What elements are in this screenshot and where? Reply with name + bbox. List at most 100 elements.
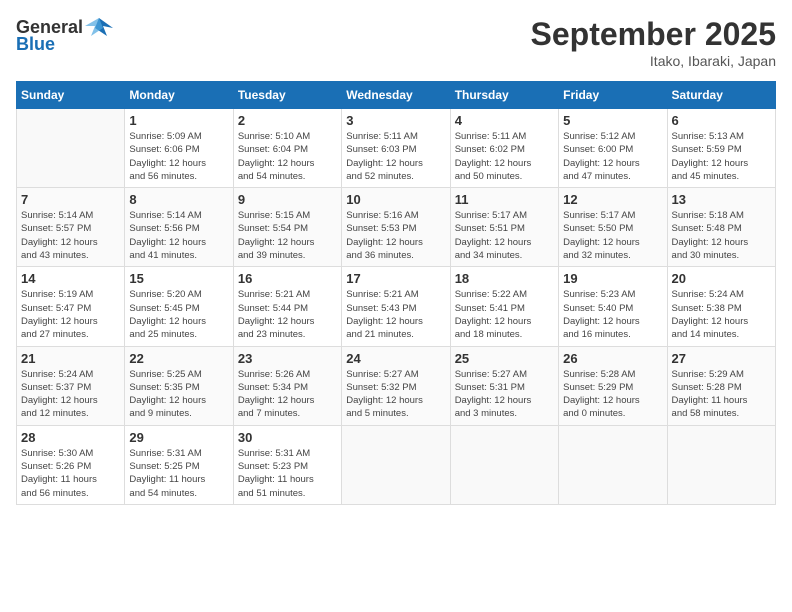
calendar-week-row: 7Sunrise: 5:14 AMSunset: 5:57 PMDaylight…	[17, 188, 776, 267]
day-number: 30	[238, 430, 337, 445]
column-header-thursday: Thursday	[450, 82, 558, 109]
day-number: 11	[455, 192, 554, 207]
calendar-cell: 24 Sunrise: 5:27 AMSunset: 5:32 PMDayligh…	[342, 346, 450, 425]
day-number: 7	[21, 192, 120, 207]
day-number: 17	[346, 271, 445, 286]
calendar-cell: 20Sunrise: 5:24 AMSunset: 5:38 PMDayligh…	[667, 267, 775, 346]
calendar-cell: 14 Sunrise: 5:19 AMSunset: 5:47 PMDayligh…	[17, 267, 125, 346]
day-number: 2	[238, 113, 337, 128]
calendar-week-row: 14 Sunrise: 5:19 AMSunset: 5:47 PMDayligh…	[17, 267, 776, 346]
calendar-cell: 19Sunrise: 5:23 AMSunset: 5:40 PMDayligh…	[559, 267, 667, 346]
day-info: Sunrise: 5:27 AMSunset: 5:31 PMDaylight:…	[455, 368, 554, 421]
day-number: 22	[129, 351, 228, 366]
calendar-cell	[342, 425, 450, 504]
day-info: Sunrise: 5:31 AMSunset: 5:23 PMDaylight:…	[238, 447, 337, 500]
day-info: Sunrise: 5:22 AMSunset: 5:41 PMDaylight:…	[455, 288, 554, 341]
calendar-cell: 22 Sunrise: 5:25 AMSunset: 5:35 PMDayligh…	[125, 346, 233, 425]
day-info: Sunrise: 5:31 AMSunset: 5:25 PMDaylight:…	[129, 447, 228, 500]
day-info: Sunrise: 5:20 AMSunset: 5:45 PMDaylight:…	[129, 288, 228, 341]
day-info: Sunrise: 5:16 AMSunset: 5:53 PMDaylight:…	[346, 209, 445, 262]
calendar-cell: 25 Sunrise: 5:27 AMSunset: 5:31 PMDayligh…	[450, 346, 558, 425]
day-info: Sunrise: 5:26 AMSunset: 5:34 PMDaylight:…	[238, 368, 337, 421]
calendar-cell: 11 Sunrise: 5:17 AMSunset: 5:51 PMDayligh…	[450, 188, 558, 267]
calendar-cell: 27 Sunrise: 5:29 AMSunset: 5:28 PMDayligh…	[667, 346, 775, 425]
day-number: 26	[563, 351, 662, 366]
calendar-cell: 13Sunrise: 5:18 AMSunset: 5:48 PMDayligh…	[667, 188, 775, 267]
calendar-cell: 4 Sunrise: 5:11 AMSunset: 6:02 PMDaylight…	[450, 109, 558, 188]
calendar-cell: 2 Sunrise: 5:10 AMSunset: 6:04 PMDaylight…	[233, 109, 341, 188]
calendar-cell: 6 Sunrise: 5:13 AMSunset: 5:59 PMDaylight…	[667, 109, 775, 188]
day-info: Sunrise: 5:11 AMSunset: 6:03 PMDaylight:…	[346, 130, 445, 183]
day-info: Sunrise: 5:24 AMSunset: 5:38 PMDaylight:…	[672, 288, 771, 341]
day-info: Sunrise: 5:13 AMSunset: 5:59 PMDaylight:…	[672, 130, 771, 183]
calendar-cell: 23 Sunrise: 5:26 AMSunset: 5:34 PMDayligh…	[233, 346, 341, 425]
calendar-cell: 12 Sunrise: 5:17 AMSunset: 5:50 PMDayligh…	[559, 188, 667, 267]
day-number: 3	[346, 113, 445, 128]
day-info: Sunrise: 5:24 AMSunset: 5:37 PMDaylight:…	[21, 368, 120, 421]
calendar-cell	[17, 109, 125, 188]
day-info: Sunrise: 5:19 AMSunset: 5:47 PMDaylight:…	[21, 288, 120, 341]
column-header-tuesday: Tuesday	[233, 82, 341, 109]
logo-bird-icon	[85, 16, 113, 38]
logo: General Blue	[16, 16, 113, 55]
day-number: 24	[346, 351, 445, 366]
day-info: Sunrise: 5:21 AMSunset: 5:43 PMDaylight:…	[346, 288, 445, 341]
column-header-sunday: Sunday	[17, 82, 125, 109]
day-number: 29	[129, 430, 228, 445]
day-info: Sunrise: 5:17 AMSunset: 5:50 PMDaylight:…	[563, 209, 662, 262]
calendar-table: SundayMondayTuesdayWednesdayThursdayFrid…	[16, 81, 776, 505]
day-info: Sunrise: 5:23 AMSunset: 5:40 PMDaylight:…	[563, 288, 662, 341]
calendar-week-row: 21Sunrise: 5:24 AMSunset: 5:37 PMDayligh…	[17, 346, 776, 425]
calendar-cell: 15 Sunrise: 5:20 AMSunset: 5:45 PMDayligh…	[125, 267, 233, 346]
logo-blue-text: Blue	[16, 34, 55, 55]
calendar-cell: 8 Sunrise: 5:14 AMSunset: 5:56 PMDaylight…	[125, 188, 233, 267]
day-info: Sunrise: 5:17 AMSunset: 5:51 PMDaylight:…	[455, 209, 554, 262]
day-info: Sunrise: 5:10 AMSunset: 6:04 PMDaylight:…	[238, 130, 337, 183]
day-number: 13	[672, 192, 771, 207]
column-header-saturday: Saturday	[667, 82, 775, 109]
day-info: Sunrise: 5:15 AMSunset: 5:54 PMDaylight:…	[238, 209, 337, 262]
column-header-monday: Monday	[125, 82, 233, 109]
day-number: 9	[238, 192, 337, 207]
calendar-cell	[667, 425, 775, 504]
day-info: Sunrise: 5:27 AMSunset: 5:32 PMDaylight:…	[346, 368, 445, 421]
day-number: 8	[129, 192, 228, 207]
calendar-cell: 26Sunrise: 5:28 AMSunset: 5:29 PMDayligh…	[559, 346, 667, 425]
day-info: Sunrise: 5:12 AMSunset: 6:00 PMDaylight:…	[563, 130, 662, 183]
calendar-cell: 29 Sunrise: 5:31 AMSunset: 5:25 PMDayligh…	[125, 425, 233, 504]
day-number: 12	[563, 192, 662, 207]
day-info: Sunrise: 5:21 AMSunset: 5:44 PMDaylight:…	[238, 288, 337, 341]
day-number: 27	[672, 351, 771, 366]
calendar-cell: 21Sunrise: 5:24 AMSunset: 5:37 PMDayligh…	[17, 346, 125, 425]
day-number: 14	[21, 271, 120, 286]
calendar-cell: 5 Sunrise: 5:12 AMSunset: 6:00 PMDaylight…	[559, 109, 667, 188]
day-info: Sunrise: 5:29 AMSunset: 5:28 PMDaylight:…	[672, 368, 771, 421]
column-header-wednesday: Wednesday	[342, 82, 450, 109]
day-number: 23	[238, 351, 337, 366]
calendar-cell: 9 Sunrise: 5:15 AMSunset: 5:54 PMDaylight…	[233, 188, 341, 267]
calendar-header-row: SundayMondayTuesdayWednesdayThursdayFrid…	[17, 82, 776, 109]
title-section: September 2025 Itako, Ibaraki, Japan	[531, 16, 776, 69]
day-info: Sunrise: 5:11 AMSunset: 6:02 PMDaylight:…	[455, 130, 554, 183]
calendar-cell: 30 Sunrise: 5:31 AMSunset: 5:23 PMDayligh…	[233, 425, 341, 504]
calendar-cell: 10 Sunrise: 5:16 AMSunset: 5:53 PMDayligh…	[342, 188, 450, 267]
day-number: 4	[455, 113, 554, 128]
calendar-week-row: 1 Sunrise: 5:09 AMSunset: 6:06 PMDaylight…	[17, 109, 776, 188]
day-number: 15	[129, 271, 228, 286]
day-number: 16	[238, 271, 337, 286]
day-number: 5	[563, 113, 662, 128]
day-number: 10	[346, 192, 445, 207]
day-number: 25	[455, 351, 554, 366]
day-info: Sunrise: 5:14 AMSunset: 5:56 PMDaylight:…	[129, 209, 228, 262]
day-number: 1	[129, 113, 228, 128]
location-subtitle: Itako, Ibaraki, Japan	[531, 53, 776, 69]
calendar-cell: 16 Sunrise: 5:21 AMSunset: 5:44 PMDayligh…	[233, 267, 341, 346]
day-number: 6	[672, 113, 771, 128]
calendar-cell: 7Sunrise: 5:14 AMSunset: 5:57 PMDaylight…	[17, 188, 125, 267]
day-info: Sunrise: 5:25 AMSunset: 5:35 PMDaylight:…	[129, 368, 228, 421]
page-header: General Blue September 2025 Itako, Ibara…	[16, 16, 776, 69]
calendar-cell: 17 Sunrise: 5:21 AMSunset: 5:43 PMDayligh…	[342, 267, 450, 346]
day-number: 18	[455, 271, 554, 286]
day-info: Sunrise: 5:09 AMSunset: 6:06 PMDaylight:…	[129, 130, 228, 183]
calendar-cell: 18 Sunrise: 5:22 AMSunset: 5:41 PMDayligh…	[450, 267, 558, 346]
